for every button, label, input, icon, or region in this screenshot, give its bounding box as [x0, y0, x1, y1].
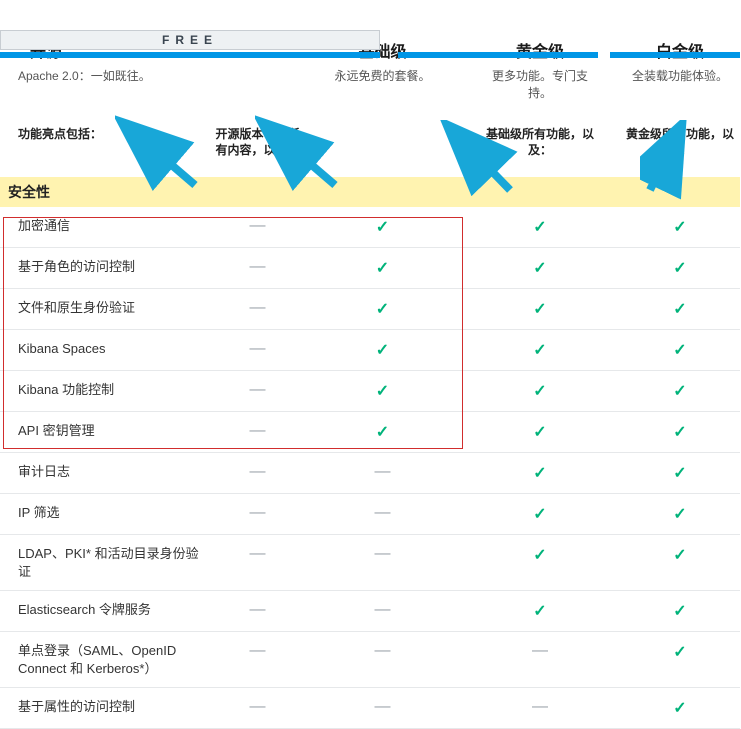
check-icon: ✓: [673, 603, 686, 620]
dash-icon: —: [375, 601, 391, 618]
dash-icon: —: [532, 698, 548, 715]
dash-icon: —: [250, 340, 266, 357]
check-icon: ✓: [533, 260, 546, 277]
check-icon: ✓: [376, 342, 389, 359]
check-icon: ✓: [673, 506, 686, 523]
tier-opensource-desc: Apache 2.0：一如既往。: [0, 68, 210, 103]
dash-icon: —: [250, 381, 266, 398]
check-icon: ✓: [533, 547, 546, 564]
dash-icon: —: [375, 698, 391, 715]
feature-label: LDAP、PKI* 和活动目录身份验证: [0, 535, 210, 590]
dash-icon: —: [250, 463, 266, 480]
table-row: 基于角色的访问控制 — ✓ ✓ ✓: [0, 248, 740, 289]
check-icon: ✓: [673, 219, 686, 236]
check-icon: ✓: [376, 383, 389, 400]
dash-icon: —: [375, 545, 391, 562]
check-icon: ✓: [533, 383, 546, 400]
includes-opensource: 功能亮点包括：: [0, 120, 210, 161]
dash-icon: —: [375, 463, 391, 480]
dash-icon: —: [250, 258, 266, 275]
feature-label: 加密通信: [0, 207, 210, 245]
dash-icon: —: [375, 504, 391, 521]
table-row: Kibana Spaces — ✓ ✓ ✓: [0, 330, 740, 371]
check-icon: ✓: [673, 301, 686, 318]
dash-icon: —: [250, 601, 266, 618]
feature-label: 基于角色的访问控制: [0, 248, 210, 286]
dash-icon: —: [250, 217, 266, 234]
table-row: 单点登录（SAML、OpenID Connect 和 Kerberos*） — — —…: [0, 632, 740, 688]
tier-gold-desc: 更多功能。专门支持。: [475, 68, 605, 120]
dash-icon: —: [250, 642, 266, 659]
table-row: IP 筛选 — — ✓ ✓: [0, 494, 740, 535]
topbar-free: [0, 52, 380, 58]
dash-icon: —: [250, 504, 266, 521]
check-icon: ✓: [673, 424, 686, 441]
section-security: 安全性: [0, 177, 740, 207]
feature-label: Kibana 功能控制: [0, 371, 210, 409]
tier-platinum-desc: 全装载功能体验。: [620, 68, 740, 103]
tier-platinum-name: 白金级: [620, 30, 740, 68]
check-icon: ✓: [533, 465, 546, 482]
check-icon: ✓: [673, 547, 686, 564]
check-icon: ✓: [533, 506, 546, 523]
includes-platinum: 黄金级所有功能，以及：: [620, 120, 740, 178]
includes-row: 功能亮点包括： 开源版本中的所有内容，以及： 基础级所有功能，以及： 黄金级所有…: [0, 120, 740, 178]
topbar-platinum: [610, 52, 740, 58]
check-icon: ✓: [533, 219, 546, 236]
check-icon: ✓: [533, 603, 546, 620]
check-icon: ✓: [376, 301, 389, 318]
check-icon: ✓: [673, 383, 686, 400]
table-row: 审计日志 — — ✓ ✓: [0, 453, 740, 494]
dash-icon: —: [250, 545, 266, 562]
table-row: 加密通信 — ✓ ✓ ✓: [0, 207, 740, 248]
topbar-gold: [398, 52, 598, 58]
feature-label: 文件和原生身份验证: [0, 289, 210, 327]
check-icon: ✓: [376, 219, 389, 236]
feature-label: 基于属性的访问控制: [0, 688, 210, 726]
includes-basic: 开源版本中的所有内容，以及：: [210, 120, 305, 178]
feature-label: Kibana Spaces: [0, 330, 210, 368]
table-row: 基于属性的访问控制 — — — ✓: [0, 688, 740, 729]
table-row: LDAP、PKI* 和活动目录身份验证 — — ✓ ✓: [0, 535, 740, 591]
tier-gold-name: 黄金级: [475, 30, 605, 68]
check-icon: ✓: [376, 260, 389, 277]
dash-icon: —: [532, 642, 548, 659]
free-banner: FREE: [0, 30, 380, 50]
check-icon: ✓: [533, 342, 546, 359]
feature-label: Elasticsearch 令牌服务: [0, 591, 210, 629]
feature-rows: 加密通信—✓✓✓基于角色的访问控制—✓✓✓文件和原生身份验证—✓✓✓Kibana…: [0, 207, 740, 729]
dash-icon: —: [250, 422, 266, 439]
check-icon: ✓: [673, 700, 686, 717]
includes-gold: 基础级所有功能，以及：: [475, 120, 605, 178]
table-row: API 密钥管理 — ✓ ✓ ✓: [0, 412, 740, 453]
tier-basic-desc: 永远免费的套餐。: [305, 68, 460, 103]
check-icon: ✓: [673, 342, 686, 359]
dash-icon: —: [250, 698, 266, 715]
check-icon: ✓: [533, 301, 546, 318]
dash-icon: —: [375, 642, 391, 659]
feature-label: 单点登录（SAML、OpenID Connect 和 Kerberos*）: [0, 632, 210, 687]
check-icon: ✓: [376, 424, 389, 441]
table-row: Kibana 功能控制 — ✓ ✓ ✓: [0, 371, 740, 412]
feature-label: API 密钥管理: [0, 412, 210, 450]
feature-label: IP 筛选: [0, 494, 210, 532]
dash-icon: —: [250, 299, 266, 316]
check-icon: ✓: [673, 465, 686, 482]
check-icon: ✓: [533, 424, 546, 441]
feature-label: 审计日志: [0, 453, 210, 491]
table-row: Elasticsearch 令牌服务 — — ✓ ✓: [0, 591, 740, 632]
table-row: 文件和原生身份验证 — ✓ ✓ ✓: [0, 289, 740, 330]
check-icon: ✓: [673, 260, 686, 277]
comparison-table: FREE 开源 Apache 2.0：一如既往。 基础级 永远免费的套餐。 黄金…: [0, 30, 740, 729]
